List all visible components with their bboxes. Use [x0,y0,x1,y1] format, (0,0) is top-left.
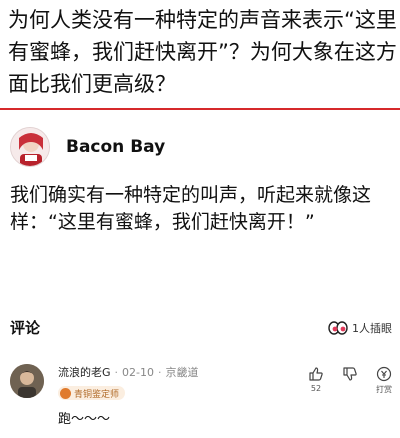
tip-label: 打赏 [376,385,392,394]
tip-button[interactable]: 打赏 [374,366,394,395]
question-title: 为何人类没有一种特定的声音来表示“这里有蜜蜂，我们赶快离开”？为何大象在这方面比… [8,8,397,96]
user-badge[interactable]: 青铜鉴定师 [58,386,126,400]
comment-meta: 流浪的老G · 02-10 · 京畿道 [58,364,199,380]
answer-header: Bacon Bay [10,124,165,170]
comments-header: 评论 1人插眼 [10,317,392,338]
divider [0,108,400,110]
comment-item: 流浪的老G · 02-10 · 京畿道 青铜鉴定师 跑～～～ 52 打赏 [10,362,394,432]
comment-location: 京畿道 [165,366,199,379]
like-button[interactable]: 52 [306,366,326,395]
coin-icon [376,366,392,382]
thumbs-down-icon [343,367,357,381]
like-count: 52 [310,384,322,393]
comments-title: 评论 [10,319,41,337]
meta-separator: · [158,365,162,379]
comment-text: 跑～～～ [58,412,111,427]
badge-icon [60,387,71,399]
author-name[interactable]: Bacon Bay [66,137,165,157]
viewers-indicator[interactable]: 1人插眼 [328,320,392,336]
meta-separator: · [114,365,119,379]
eyes-icon [328,320,348,335]
comment-actions: 52 打赏 [306,366,394,395]
avatar[interactable] [10,364,44,398]
thumbs-up-icon [309,367,323,381]
comment-username[interactable]: 流浪的老G [58,364,111,380]
answer-text: 我们确实有一种特定的叫声，听起来就像这样：“这里有蜜蜂，我们赶快离开！” [10,184,372,233]
badge-label: 青铜鉴定师 [74,389,120,400]
comment-date: 02-10 [122,365,154,379]
viewers-count: 1人插眼 [352,321,392,335]
avatar[interactable] [10,127,50,167]
dislike-button[interactable] [340,366,360,395]
